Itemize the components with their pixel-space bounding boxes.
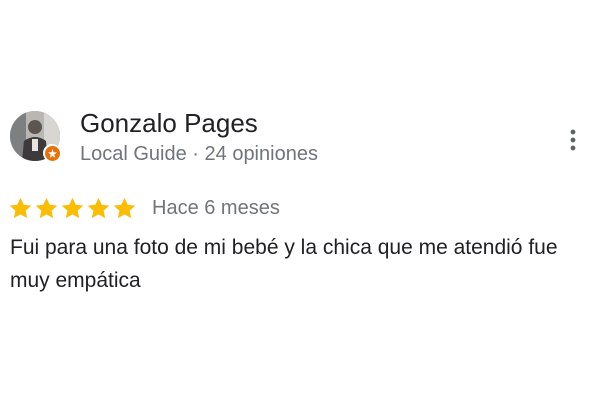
more-options-button[interactable] [559, 124, 587, 156]
star-icon [9, 197, 32, 218]
author-name[interactable]: Gonzalo Pages [80, 108, 258, 138]
star-icon [87, 197, 110, 218]
review-text: Fui para una foto de mi bebé y la chica … [10, 236, 558, 292]
star-rating [8, 196, 138, 221]
star-icon [35, 197, 58, 218]
avatar-container[interactable] [10, 111, 61, 163]
review-card: Gonzalo Pages Local Guide · 24 opiniones… [0, 0, 600, 400]
star-icon [61, 197, 84, 218]
author-meta[interactable]: Local Guide · 24 opiniones [80, 142, 318, 166]
local-guide-badge-icon [43, 144, 61, 162]
rating-row: Hace 6 meses [8, 194, 280, 222]
star-icon [113, 197, 136, 218]
review-date: Hace 6 meses [152, 197, 280, 219]
more-vert-icon [570, 129, 576, 151]
